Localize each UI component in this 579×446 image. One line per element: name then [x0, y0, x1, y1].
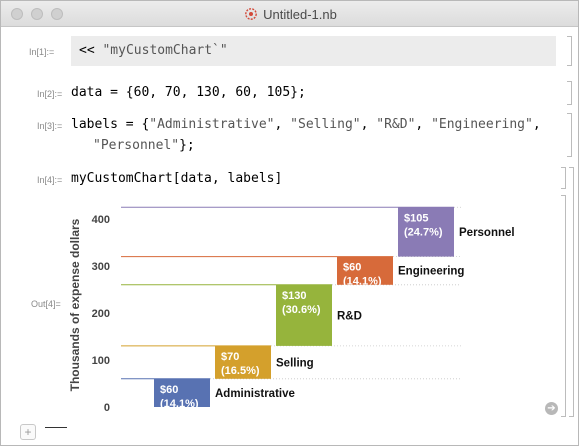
- waterfall-chart: Thousands of expense dollars 0 100 200 300 40…: [61, 197, 561, 422]
- window-title: Untitled-1.nb: [1, 1, 578, 27]
- y-tick-label: 100: [92, 355, 110, 367]
- input-cell-3-line-1[interactable]: labels = {"Administrative", "Selling", "…: [71, 117, 541, 132]
- in3-string-personnel: "Personnel": [93, 138, 180, 153]
- input-cell-1-code[interactable]: << "myCustomChart`": [79, 43, 228, 58]
- in4-label: In[4]:=: [37, 175, 63, 185]
- cell-bracket-2[interactable]: [567, 81, 572, 105]
- category-label: Personnel: [459, 227, 515, 239]
- cell-bracket-3[interactable]: [567, 113, 572, 157]
- bar-value-label: $130: [282, 290, 306, 302]
- category-label: Engineering: [398, 266, 464, 278]
- cell-group-bracket-4[interactable]: [569, 167, 574, 417]
- in3-string-selling: "Selling": [290, 117, 361, 132]
- in1-label: In[1]:=: [29, 47, 55, 57]
- y-axis-label: Thousands of expense dollars: [68, 218, 82, 391]
- in3-label: In[3]:=: [37, 121, 63, 131]
- bar-value-label: $70: [221, 351, 239, 363]
- cell-bracket-4-input[interactable]: [561, 167, 566, 189]
- input-cell-4-code[interactable]: myCustomChart[data, labels]: [71, 171, 282, 186]
- cell-bracket-4-output[interactable]: [561, 195, 566, 417]
- title-bar: Untitled-1.nb: [1, 1, 578, 27]
- bar-percent-label: (14.1%): [343, 276, 382, 288]
- y-tick-label: 200: [92, 308, 110, 320]
- notebook-window: Untitled-1.nb In[1]:= << "myCustomChart`…: [0, 0, 579, 446]
- bar-percent-label: (14.1%): [160, 398, 199, 410]
- bar-percent-label: (24.7%): [404, 226, 443, 238]
- notebook-file-icon: [244, 7, 258, 21]
- chart-svg: Thousands of expense dollars 0 100 200 300 40…: [68, 206, 515, 414]
- in3-prefix: labels = {: [71, 117, 150, 132]
- category-label: Administrative: [215, 388, 295, 400]
- cell-insertion-line: [45, 427, 67, 428]
- input-cell-2-code[interactable]: data = {60, 70, 130, 60, 105};: [71, 85, 306, 100]
- in3-line2-suffix: };: [179, 138, 195, 153]
- category-label: R&D: [337, 310, 362, 322]
- in3-line1-suffix: ,: [532, 117, 541, 132]
- out4-label: Out[4]=: [31, 299, 61, 309]
- bar-value-label: $60: [160, 384, 178, 396]
- bar-value-label: $60: [343, 262, 361, 274]
- in2-label: In[2]:=: [37, 89, 63, 99]
- y-tick-label: 400: [92, 214, 110, 226]
- cell-bracket-1[interactable]: [567, 36, 572, 66]
- output-menu-button[interactable]: ➔: [545, 402, 558, 415]
- bar-percent-label: (30.6%): [282, 304, 321, 316]
- y-tick-label: 0: [104, 402, 110, 414]
- in1-code-string: "myCustomChart`": [102, 43, 228, 58]
- in3-string-administrative: "Administrative": [149, 117, 275, 132]
- bar-percent-label: (16.5%): [221, 365, 260, 377]
- status-bar: +: [1, 419, 578, 445]
- insert-cell-button[interactable]: +: [20, 424, 36, 440]
- input-cell-3-line-2[interactable]: "Personnel"};: [93, 138, 195, 153]
- in1-code-prefix: <<: [79, 43, 103, 58]
- bar-value-label: $105: [404, 212, 428, 224]
- y-tick-label: 300: [92, 261, 110, 273]
- in3-string-engineering: "Engineering": [431, 117, 533, 132]
- category-label: Selling: [276, 357, 314, 369]
- in3-string-rnd: "R&D": [376, 117, 416, 132]
- window-title-text: Untitled-1.nb: [263, 6, 337, 22]
